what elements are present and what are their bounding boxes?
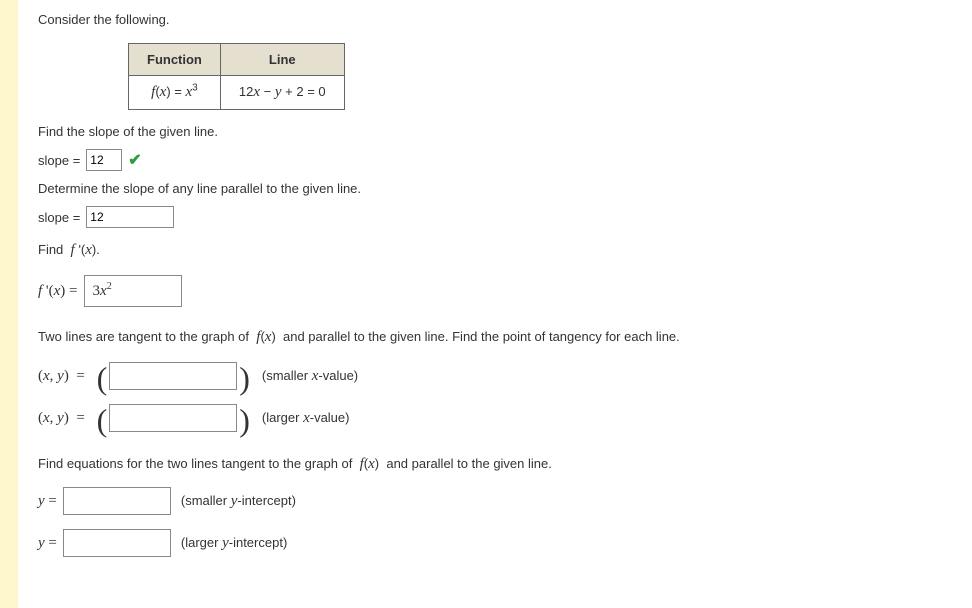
- q2-input[interactable]: [86, 206, 174, 228]
- q5-y-label-1: y =: [38, 493, 57, 510]
- q4-xy-label-1: (x, y) =: [38, 368, 89, 385]
- q1-input[interactable]: [86, 149, 122, 171]
- q5-input-larger[interactable]: [63, 529, 171, 557]
- close-paren-icon: ): [239, 362, 250, 394]
- q1-prompt: Find the slope of the given line.: [38, 124, 952, 139]
- q5-hint-larger: (larger y-intercept): [181, 535, 287, 552]
- open-paren-icon: (: [97, 362, 108, 394]
- q4-xy-label-2: (x, y) =: [38, 410, 89, 427]
- table-cell-line: 12x − y + 2 = 0: [220, 76, 344, 110]
- intro-text: Consider the following.: [38, 12, 952, 27]
- q1-label: slope =: [38, 153, 80, 168]
- q4-hint-larger: (larger x-value): [262, 410, 350, 427]
- q2-prompt: Determine the slope of any line parallel…: [38, 181, 952, 196]
- q3-prompt: Find f '(x).: [38, 242, 952, 259]
- table-header-line: Line: [220, 44, 344, 76]
- page-left-accent: [0, 0, 18, 608]
- q5-input-smaller[interactable]: [63, 487, 171, 515]
- q3-input-box[interactable]: 3x2: [84, 275, 182, 307]
- q2-label: slope =: [38, 210, 80, 225]
- main-content: Consider the following. Function Line f(…: [18, 0, 972, 608]
- q4-hint-smaller: (smaller x-value): [262, 368, 358, 385]
- q5-prompt: Find equations for the two lines tangent…: [38, 456, 952, 473]
- close-paren-icon: ): [239, 404, 250, 436]
- q3-label: f '(x) =: [38, 283, 78, 300]
- table-header-function: Function: [129, 44, 221, 76]
- function-line-table: Function Line f(x) = x3 12x − y + 2 = 0: [128, 43, 345, 110]
- q4-input-smaller[interactable]: [109, 362, 237, 390]
- q4-prompt: Two lines are tangent to the graph of f(…: [38, 329, 952, 346]
- open-paren-icon: (: [97, 404, 108, 436]
- q5-y-label-2: y =: [38, 535, 57, 552]
- table-cell-function: f(x) = x3: [129, 76, 221, 110]
- check-icon: ✔: [128, 150, 141, 170]
- q5-hint-smaller: (smaller y-intercept): [181, 493, 296, 510]
- q4-input-larger[interactable]: [109, 404, 237, 432]
